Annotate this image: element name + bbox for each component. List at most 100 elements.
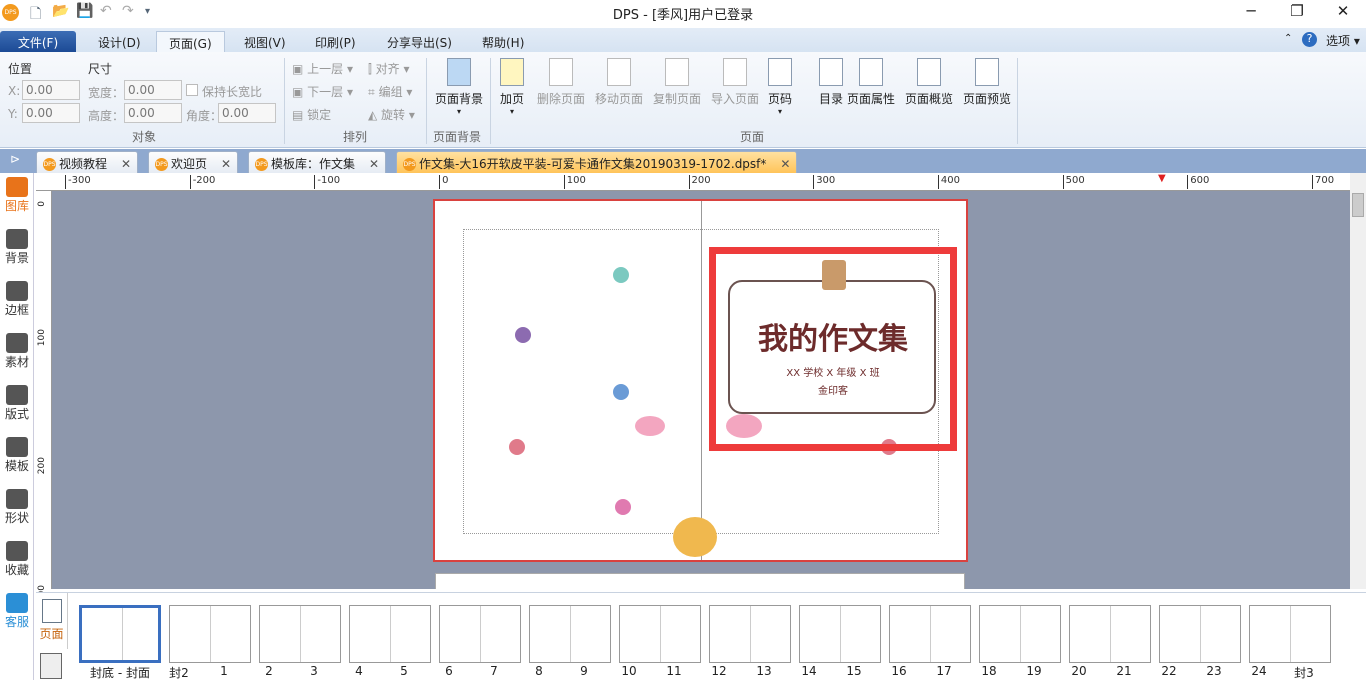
doc-tab-active[interactable]: DPS 作文集-大16开软皮平装-可爱卡通作文集20190319-1702.dps… <box>396 151 798 173</box>
close-tab-icon[interactable]: ✕ <box>121 157 131 171</box>
collapse-ribbon-icon[interactable]: ⌃ <box>1284 33 1292 44</box>
sidebar-item-gallery[interactable]: 图库 <box>0 177 34 214</box>
bring-forward-button[interactable]: ▣ 上一层 ▾ <box>292 60 353 77</box>
customer-service-icon <box>6 593 28 613</box>
help-icon[interactable]: ? <box>1302 32 1317 47</box>
outline-tab-icon[interactable] <box>40 653 62 679</box>
send-backward-button[interactable]: ▣ 下一层 ▾ <box>292 83 353 100</box>
rotate-button[interactable]: ◭ 旋转 ▾ <box>368 106 415 123</box>
close-tab-icon[interactable]: ✕ <box>221 157 231 171</box>
thumbnail-label: 7 <box>490 664 498 678</box>
page-thumbnail[interactable] <box>79 605 161 663</box>
menu-bar: 文件(F) 设计(D) 页面(G) 视图(V) 印刷(P) 分享导出(S) 帮助… <box>0 28 1366 52</box>
cover-title[interactable]: 我的作文集 <box>716 314 950 358</box>
page-background-button[interactable]: 页面背景 ▾ <box>432 58 486 116</box>
sidebar-item-background[interactable]: 背景 <box>0 229 34 266</box>
tab-print[interactable]: 印刷(P) <box>303 31 368 52</box>
vertical-scrollbar[interactable] <box>1350 173 1366 589</box>
y-input[interactable]: 0.00 <box>22 103 80 123</box>
selection-frame[interactable]: 我的作文集 XX 学校 X 年级 X 班 金印客 <box>709 247 957 451</box>
close-tab-icon[interactable]: ✕ <box>369 157 379 171</box>
sidebar-item-favorites[interactable]: 收藏 <box>0 541 34 578</box>
canvas[interactable]: 我的作文集 XX 学校 X 年级 X 班 金印客 <box>52 191 1350 589</box>
close-button[interactable]: ✕ <box>1320 2 1366 20</box>
page-thumbnail[interactable] <box>799 605 881 663</box>
width-label: 宽度： <box>88 86 125 100</box>
restore-button[interactable]: ❐ <box>1274 2 1320 20</box>
tab-design[interactable]: 设计(D) <box>86 31 153 52</box>
page-spread[interactable]: 我的作文集 XX 学校 X 年级 X 班 金印客 <box>433 199 968 562</box>
page-thumbnail[interactable] <box>889 605 971 663</box>
ruler-tick-label: -200 <box>189 175 215 189</box>
pages-tab[interactable]: 页面 <box>36 593 68 649</box>
group-label: 编组 <box>378 85 403 99</box>
options-label: 选项 <box>1326 34 1351 48</box>
tab-page[interactable]: 页面(G) <box>156 31 225 52</box>
sidebar-item-material[interactable]: 素材 <box>0 333 34 370</box>
cover-subtitle[interactable]: XX 学校 X 年级 X 班 <box>716 364 950 379</box>
panel-toggle-icon[interactable]: ⊳ <box>10 152 20 166</box>
page-thumbnail[interactable] <box>1249 605 1331 663</box>
lock-button[interactable]: ▤ 锁定 <box>292 106 331 123</box>
tab-share-export[interactable]: 分享导出(S) <box>375 31 464 52</box>
thumbnail-label: 17 <box>936 664 952 678</box>
position-title: 位置 <box>8 62 33 76</box>
sidebar-item-label: 客服 <box>4 615 29 629</box>
minimize-button[interactable]: ─ <box>1228 2 1274 20</box>
page-thumbnail[interactable] <box>169 605 251 663</box>
ruler-tick-label: 500 <box>1062 175 1085 189</box>
page-thumbnail[interactable] <box>529 605 611 663</box>
page-thumbnail[interactable] <box>259 605 341 663</box>
page-thumbnail[interactable] <box>709 605 791 663</box>
next-page-spread[interactable] <box>435 573 965 589</box>
clip-icon <box>822 260 846 290</box>
ruler-marker-icon[interactable]: ▼ <box>1158 173 1166 184</box>
thumbnail-label: 封3 <box>1294 666 1314 680</box>
width-input[interactable]: 0.00 <box>124 80 182 100</box>
add-page-button[interactable]: 加页 ▾ <box>496 58 528 116</box>
sidebar-item-border[interactable]: 边框 <box>0 281 34 318</box>
align-button[interactable]: ⫿ 对齐 ▾ <box>368 60 410 77</box>
page-thumbnail[interactable] <box>1069 605 1151 663</box>
close-tab-icon[interactable]: ✕ <box>780 157 790 171</box>
favorites-icon <box>6 541 28 561</box>
tab-help[interactable]: 帮助(H) <box>470 31 536 52</box>
copy-page-button[interactable]: 复制页面 <box>648 58 706 107</box>
tab-view[interactable]: 视图(V) <box>232 31 298 52</box>
page-properties-button[interactable]: 页面属性 <box>842 58 900 107</box>
thumbnail-label: 19 <box>1026 664 1042 678</box>
page-preview-label: 页面预览 <box>962 92 1011 106</box>
sidebar-item-layout[interactable]: 版式 <box>0 385 34 422</box>
group-button[interactable]: ⌗ 编组 ▾ <box>368 83 412 100</box>
delete-page-button[interactable]: 删除页面 <box>532 58 590 107</box>
page-thumbnail[interactable] <box>349 605 431 663</box>
page-thumbnail[interactable] <box>439 605 521 663</box>
x-input[interactable]: 0.00 <box>22 80 80 100</box>
sidebar-item-customer-service[interactable]: 客服 <box>0 593 34 630</box>
doc-tab-video[interactable]: DPS 视频教程 ✕ <box>36 151 139 173</box>
sidebar-item-shape[interactable]: 形状 <box>0 489 34 526</box>
vertical-ruler: 0100200300 <box>36 191 52 602</box>
options-button[interactable]: 选项 ▾ <box>1326 32 1360 49</box>
doc-tab-welcome[interactable]: DPS 欢迎页 ✕ <box>148 151 239 173</box>
height-input[interactable]: 0.00 <box>124 103 182 123</box>
import-page-button[interactable]: 导入页面 <box>706 58 764 107</box>
ruler-tick-label: 200 <box>37 457 47 475</box>
keep-ratio-checkbox[interactable] <box>186 84 198 96</box>
page-thumbnail[interactable] <box>619 605 701 663</box>
doc-tab-template[interactable]: DPS 模板库：作文集 ✕ <box>248 151 387 173</box>
cover-author[interactable]: 金印客 <box>716 382 950 397</box>
tab-file[interactable]: 文件(F) <box>0 31 76 52</box>
angle-input[interactable]: 0.00 <box>218 103 276 123</box>
left-panel: 图库背景边框素材版式模板形状收藏客服 <box>0 173 34 680</box>
move-page-button[interactable]: 移动页面 <box>590 58 648 107</box>
page-thumbnail[interactable] <box>1159 605 1241 663</box>
sidebar-item-template[interactable]: 模板 <box>0 437 34 474</box>
page-number-button[interactable]: 页码 ▾ <box>764 58 796 116</box>
page-thumbnail[interactable] <box>979 605 1061 663</box>
page-overview-button[interactable]: 页面概览 <box>900 58 958 107</box>
sidebar-item-label: 收藏 <box>4 563 29 577</box>
page-preview-button[interactable]: 页面预览 <box>958 58 1016 107</box>
arrange-group-label: 排列 <box>343 130 368 144</box>
page-icon <box>41 599 62 623</box>
